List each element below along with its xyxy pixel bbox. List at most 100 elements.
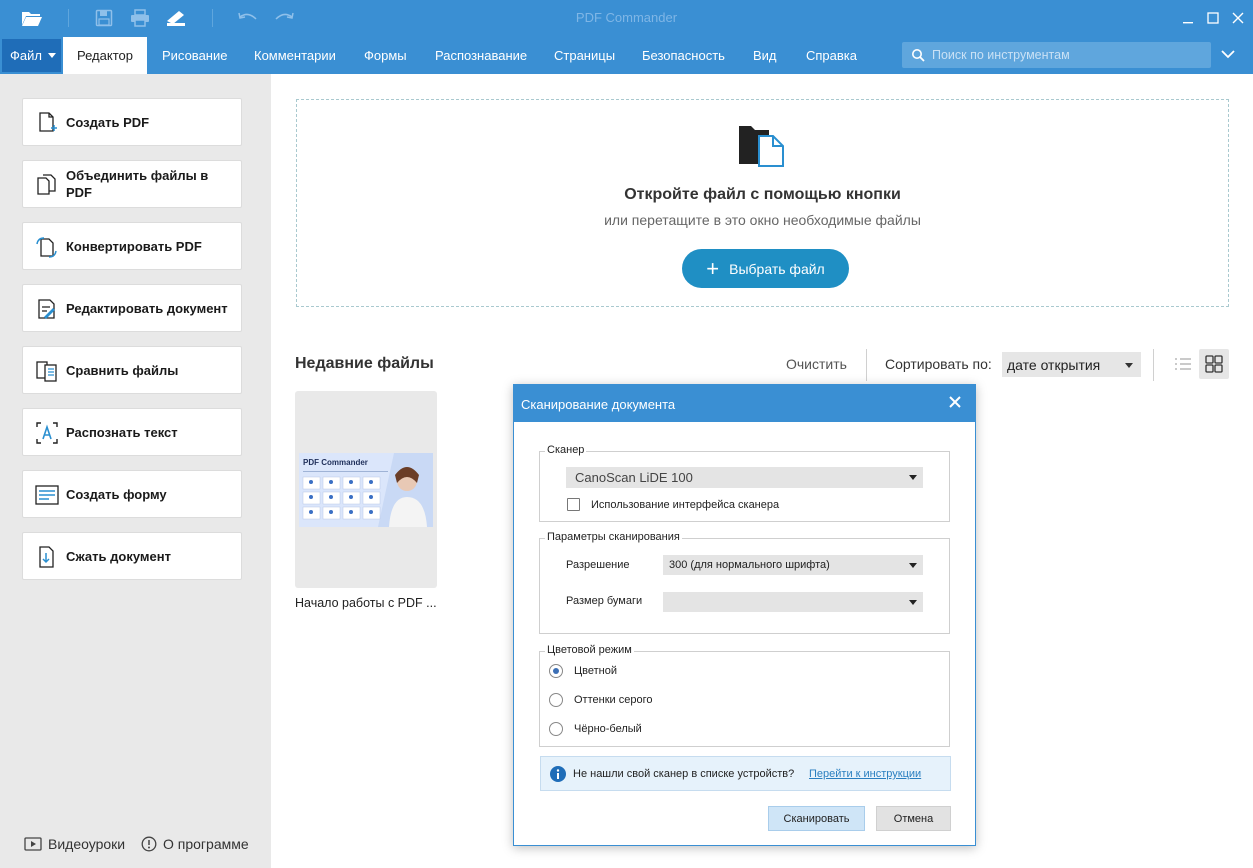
grid-view-icon xyxy=(1205,355,1223,373)
scanner-help-bar: Не нашли свой сканер в списке устройств?… xyxy=(540,756,951,791)
caret-down-icon xyxy=(1125,363,1133,368)
choose-file-button[interactable]: + Выбрать файл xyxy=(682,249,849,288)
create-pdf-label: Создать PDF xyxy=(66,114,150,130)
edit-document-label: Редактировать документ xyxy=(66,300,228,316)
file-menu-label: Файл xyxy=(10,48,42,63)
about-link[interactable]: О программе xyxy=(141,836,249,852)
black-white-option-label: Чёрно-белый xyxy=(574,723,642,735)
compress-document-button[interactable]: Сжать документ xyxy=(22,532,242,580)
file-drop-zone[interactable]: Откройте файл с помощью кнопки или перет… xyxy=(296,99,1229,307)
grid-view-button[interactable] xyxy=(1199,349,1229,379)
scan-params-legend: Параметры сканирования xyxy=(545,531,682,543)
redo-icon[interactable] xyxy=(272,7,296,29)
thumbnail-title: PDF Commander xyxy=(303,458,368,467)
resolution-label: Разрешение xyxy=(566,559,630,571)
merge-files-label: Объединить файлы в PDF xyxy=(66,168,209,200)
close-icon[interactable] xyxy=(1226,7,1250,29)
merge-files-button[interactable]: Объединить файлы в PDF xyxy=(22,160,242,208)
recognize-text-button[interactable]: Распознать текст xyxy=(22,408,242,456)
instructions-link[interactable]: Перейти к инструкции xyxy=(809,768,921,780)
divider xyxy=(1153,349,1154,381)
recent-file-card[interactable]: PDF Commander xyxy=(295,391,437,588)
resolution-dropdown[interactable]: 300 (для нормального шрифта) xyxy=(663,555,923,575)
recognize-text-label: Распознать текст xyxy=(66,424,178,440)
create-pdf-button[interactable]: Создать PDF xyxy=(22,98,242,146)
video-tutorials-label: Видеоуроки xyxy=(48,836,126,852)
edit-document-button[interactable]: Редактировать документ xyxy=(22,284,242,332)
tab-help[interactable]: Справка xyxy=(806,37,857,74)
create-form-button[interactable]: Создать форму xyxy=(22,470,242,518)
about-label: О программе xyxy=(163,836,249,852)
dialog-title: Сканирование документа xyxy=(521,397,676,412)
title-bar: PDF Commander xyxy=(0,0,1253,37)
tool-search-input[interactable] xyxy=(932,42,1202,68)
grayscale-option-label: Оттенки серого xyxy=(574,694,653,706)
caret-down-icon xyxy=(47,53,56,58)
tab-drawing[interactable]: Рисование xyxy=(162,37,227,74)
compress-document-label: Сжать документ xyxy=(66,548,171,564)
scanner-help-text: Не нашли свой сканер в списке устройств? xyxy=(573,768,795,780)
dialog-close-icon[interactable] xyxy=(948,395,962,414)
cancel-button[interactable]: Отмена xyxy=(876,806,951,831)
plus-icon: + xyxy=(706,255,720,281)
recent-files-title: Недавние файлы xyxy=(295,355,434,372)
tool-search-box xyxy=(902,42,1211,68)
color-radio[interactable] xyxy=(549,664,563,678)
tab-security[interactable]: Безопасность xyxy=(642,37,725,74)
convert-pdf-label: Конвертировать PDF xyxy=(66,238,202,254)
video-icon xyxy=(24,837,42,851)
tab-pages[interactable]: Страницы xyxy=(554,37,615,74)
black-white-radio[interactable] xyxy=(549,722,563,736)
undo-icon[interactable] xyxy=(236,7,260,29)
compress-icon xyxy=(35,545,59,569)
list-view-icon xyxy=(1175,358,1191,370)
convert-pdf-icon xyxy=(35,235,59,259)
list-view-button[interactable] xyxy=(1168,349,1198,379)
search-icon xyxy=(911,48,925,67)
tab-comments[interactable]: Комментарии xyxy=(254,37,336,74)
convert-pdf-button[interactable]: Конвертировать PDF xyxy=(22,222,242,270)
compare-files-label: Сравнить файлы xyxy=(66,362,179,378)
divider xyxy=(866,349,867,381)
grayscale-radio[interactable] xyxy=(549,693,563,707)
toolbar-divider xyxy=(68,9,69,27)
open-file-icon xyxy=(737,122,789,173)
dialog-body: Сканер CanoScan LiDE 100 Использование и… xyxy=(515,422,974,845)
tab-forms[interactable]: Формы xyxy=(364,37,407,74)
color-option-label: Цветной xyxy=(574,665,617,677)
use-scanner-interface-checkbox[interactable] xyxy=(567,498,580,511)
video-tutorials-link[interactable]: Видеоуроки xyxy=(24,836,125,852)
save-icon[interactable] xyxy=(92,7,116,29)
dialog-header: Сканирование документа xyxy=(514,385,975,422)
maximize-icon[interactable] xyxy=(1201,7,1225,29)
scanner-group-legend: Сканер xyxy=(545,444,587,456)
scan-icon[interactable] xyxy=(164,7,188,29)
tab-editor[interactable]: Редактор xyxy=(63,37,147,74)
info-icon xyxy=(550,766,566,787)
scanner-dropdown[interactable]: CanoScan LiDE 100 xyxy=(566,467,923,488)
edit-document-icon xyxy=(35,297,59,321)
dropzone-title: Откройте файл с помощью кнопки xyxy=(624,186,901,203)
info-circle-icon xyxy=(141,836,157,852)
chevron-down-icon[interactable] xyxy=(1220,47,1236,65)
scan-button[interactable]: Сканировать xyxy=(768,806,865,831)
ocr-icon xyxy=(35,421,59,445)
color-mode-group: Цветовой режим Цветной Оттенки серого Чё… xyxy=(539,644,950,747)
compare-files-icon xyxy=(35,359,59,383)
compare-files-button[interactable]: Сравнить файлы xyxy=(22,346,242,394)
use-scanner-interface-label: Использование интерфейса сканера xyxy=(591,499,780,511)
create-form-label: Создать форму xyxy=(66,486,167,502)
minimize-icon[interactable] xyxy=(1176,7,1200,29)
file-menu-button[interactable]: Файл xyxy=(2,39,61,72)
sort-value: дате открытия xyxy=(1007,356,1101,373)
open-folder-icon[interactable] xyxy=(20,7,44,29)
form-icon xyxy=(35,483,59,507)
tab-recognition[interactable]: Распознавание xyxy=(435,37,527,74)
dropzone-subtitle: или перетащите в это окно необходимые фа… xyxy=(604,212,921,228)
tab-view[interactable]: Вид xyxy=(753,37,777,74)
print-icon[interactable] xyxy=(128,7,152,29)
recent-file-name[interactable]: Начало работы с PDF ... xyxy=(295,596,437,610)
clear-recent-button[interactable]: Очистить xyxy=(786,356,847,372)
sort-dropdown[interactable]: дате открытия xyxy=(1002,352,1141,377)
paper-size-dropdown[interactable] xyxy=(663,592,923,612)
